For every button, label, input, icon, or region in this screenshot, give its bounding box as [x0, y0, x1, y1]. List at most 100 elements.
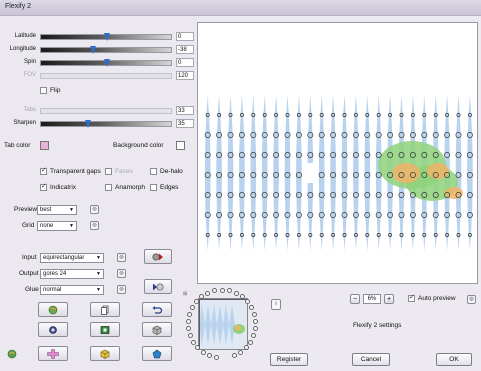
ring-handle[interactable]: [238, 349, 244, 355]
ring-handle[interactable]: [239, 294, 245, 300]
ring-handle[interactable]: [193, 299, 199, 305]
dehalo-checkbox[interactable]: De-halo: [150, 168, 183, 175]
flip-checkbox-box[interactable]: [40, 87, 47, 94]
info-icon[interactable]: i: [271, 299, 281, 310]
ring-handle[interactable]: [190, 339, 196, 345]
ring-handle[interactable]: [249, 305, 255, 311]
sharpen-value[interactable]: 35: [176, 119, 194, 128]
latitude-label: Latitude: [14, 33, 36, 39]
gem-button[interactable]: [142, 346, 172, 361]
longitude-label: Longitude: [9, 46, 36, 52]
ring-handle[interactable]: [252, 311, 258, 317]
transparent-gaps-box[interactable]: [40, 166, 47, 175]
ring-handle[interactable]: [207, 353, 213, 359]
edges-checkbox[interactable]: Edges: [150, 184, 178, 191]
glue-help-icon[interactable]: ◎: [117, 285, 126, 294]
grid-help-icon[interactable]: ◎: [90, 221, 99, 230]
auto-preview-help-icon[interactable]: ◎: [467, 295, 476, 304]
ring-handle[interactable]: [186, 311, 192, 317]
cancel-button[interactable]: Cancel: [352, 353, 390, 366]
corner-marker-icon: ⊞: [183, 291, 188, 297]
longitude-thumb[interactable]: [90, 46, 96, 54]
ring-handle[interactable]: [233, 290, 239, 296]
ring-handle[interactable]: [231, 353, 237, 359]
longitude-slider[interactable]: [40, 46, 172, 54]
glue-select[interactable]: normal ▼: [40, 285, 104, 295]
output-help-icon[interactable]: ◎: [117, 269, 126, 278]
preview-help-icon[interactable]: ◎: [90, 205, 99, 214]
spin-value[interactable]: 0: [176, 58, 194, 67]
input-help-icon[interactable]: ◎: [117, 253, 126, 262]
ring-handle[interactable]: [212, 288, 218, 294]
ring-handle[interactable]: [245, 299, 251, 305]
spin-thumb[interactable]: [104, 59, 110, 67]
longitude-value[interactable]: -38: [176, 45, 194, 54]
cube-button[interactable]: [142, 322, 172, 337]
auto-preview-checkbox[interactable]: Auto preview: [408, 293, 456, 302]
ring-handle[interactable]: [214, 355, 220, 361]
grid-select[interactable]: none ▼: [37, 221, 77, 231]
register-button[interactable]: Register: [270, 353, 308, 366]
circle-button[interactable]: [38, 322, 68, 337]
transparent-gaps-checkbox[interactable]: Transparent gaps: [40, 166, 101, 175]
chevron-down-icon: ▼: [96, 255, 101, 261]
anamorph-checkbox[interactable]: Anamorph: [105, 184, 145, 191]
indicatrix-box[interactable]: [40, 182, 47, 191]
input-select[interactable]: equirectangular ▼: [40, 253, 104, 263]
ring-handle[interactable]: [185, 326, 191, 332]
anamorph-box[interactable]: [105, 184, 112, 191]
output-label: Output: [19, 270, 39, 277]
ring-handle[interactable]: [248, 339, 254, 345]
copy-button[interactable]: [90, 302, 120, 317]
ring-handle[interactable]: [187, 333, 193, 339]
ring-handle[interactable]: [251, 333, 257, 339]
sharpen-thumb[interactable]: [85, 120, 91, 128]
ring-handle[interactable]: [185, 318, 191, 324]
copy-icon: [101, 305, 109, 315]
ring-handle[interactable]: [189, 305, 195, 311]
edges-box[interactable]: [150, 184, 157, 191]
play-projection-button[interactable]: [144, 279, 172, 294]
tabs-label: Tabs: [23, 107, 36, 113]
indicatrix-checkbox[interactable]: Indicatrix: [40, 182, 76, 191]
navigator-thumbnail[interactable]: [198, 298, 248, 350]
output-select[interactable]: gores 24 ▼: [40, 269, 104, 279]
ring-handle[interactable]: [243, 345, 249, 351]
preview-canvas[interactable]: [197, 22, 478, 284]
cross-button[interactable]: [38, 346, 68, 361]
ring-handle[interactable]: [219, 287, 225, 293]
zoom-out-button[interactable]: −: [350, 294, 360, 304]
ring-handle[interactable]: [200, 349, 206, 355]
latitude-value[interactable]: 0: [176, 32, 194, 41]
zoom-out-label: −: [352, 295, 358, 303]
ring-handle[interactable]: [226, 288, 232, 294]
box-button[interactable]: [90, 346, 120, 361]
zoom-level-value: 6%: [367, 296, 377, 302]
flip-checkbox[interactable]: Flip: [40, 87, 60, 94]
latitude-thumb[interactable]: [104, 33, 110, 41]
tab-color-swatch[interactable]: [40, 141, 49, 150]
ring-handle[interactable]: [253, 326, 259, 332]
ring-handle[interactable]: [205, 290, 211, 296]
globe-button[interactable]: [38, 302, 68, 317]
cube-icon: [152, 325, 162, 335]
faces-label: Faces: [115, 168, 133, 175]
cancel-label: Cancel: [360, 356, 382, 363]
auto-preview-box[interactable]: [408, 293, 415, 302]
chevron-down-icon: ▼: [69, 207, 74, 213]
swap-projection-button[interactable]: [144, 249, 172, 264]
zoom-level-field[interactable]: 6%: [363, 294, 381, 304]
background-color-swatch[interactable]: [176, 141, 185, 150]
latitude-slider[interactable]: [40, 33, 172, 41]
grid-label: Grid: [22, 222, 35, 229]
sharpen-slider[interactable]: [40, 120, 172, 128]
ring-handle[interactable]: [253, 318, 259, 324]
zoom-in-button[interactable]: +: [384, 294, 394, 304]
spin-slider[interactable]: [40, 59, 172, 67]
grid-select-value: none: [40, 223, 54, 229]
square-button[interactable]: [90, 322, 120, 337]
preview-select[interactable]: best ▼: [37, 205, 77, 215]
dehalo-box[interactable]: [150, 168, 157, 175]
undo-button[interactable]: [142, 302, 172, 317]
ok-button[interactable]: OK: [436, 353, 472, 366]
